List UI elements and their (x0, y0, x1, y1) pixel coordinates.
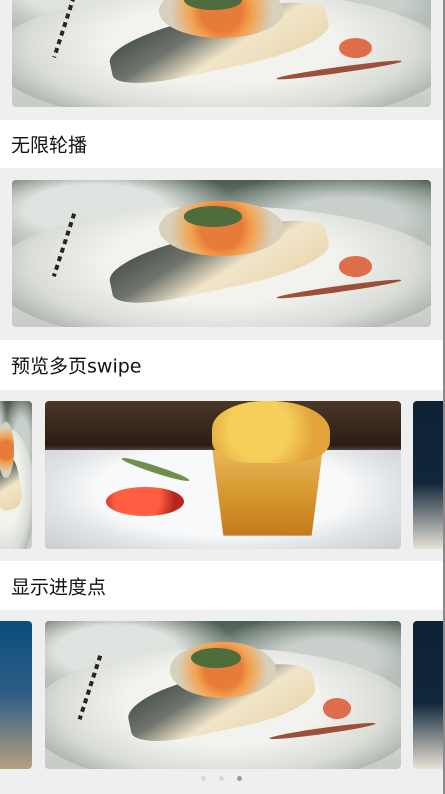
pastry-plate-image (45, 401, 401, 549)
infinite-carousel[interactable] (0, 168, 443, 340)
demo-page: { "sections": [ {"label": "无限轮播"}, {"lab… (0, 0, 445, 794)
progress-dot[interactable] (219, 776, 224, 781)
carousel-slide[interactable] (12, 0, 431, 107)
food-plate-image (12, 0, 431, 107)
preview-carousel[interactable] (0, 390, 443, 560)
progress-dots (0, 770, 443, 794)
carousel-slide-prev[interactable] (0, 401, 32, 549)
food-plate-image (0, 401, 32, 549)
section-header: 无限轮播 (0, 120, 443, 168)
dark-plate-image (413, 401, 443, 549)
carousel-slide-next[interactable] (413, 621, 443, 769)
blue-plate-image (0, 621, 32, 769)
progress-dots-carousel[interactable] (0, 610, 443, 770)
carousel-slide-prev[interactable] (0, 621, 32, 769)
progress-dot[interactable] (201, 776, 206, 781)
carousel-slide[interactable] (45, 401, 401, 549)
section-title: 显示进度点 (11, 576, 107, 598)
section-header: 预览多页swipe (0, 340, 443, 390)
section-title: 预览多页swipe (11, 355, 142, 378)
carousel-slide[interactable] (12, 180, 431, 327)
food-plate-image (45, 621, 401, 769)
infinite-carousel-top[interactable] (0, 0, 443, 119)
progress-dot-active[interactable] (237, 776, 242, 781)
section-header: 显示进度点 (0, 561, 443, 610)
carousel-slide-next[interactable] (413, 401, 443, 549)
section-title: 无限轮播 (11, 134, 88, 157)
dark-plate-image (413, 621, 443, 769)
food-plate-image (12, 180, 431, 327)
carousel-slide[interactable] (45, 621, 401, 769)
